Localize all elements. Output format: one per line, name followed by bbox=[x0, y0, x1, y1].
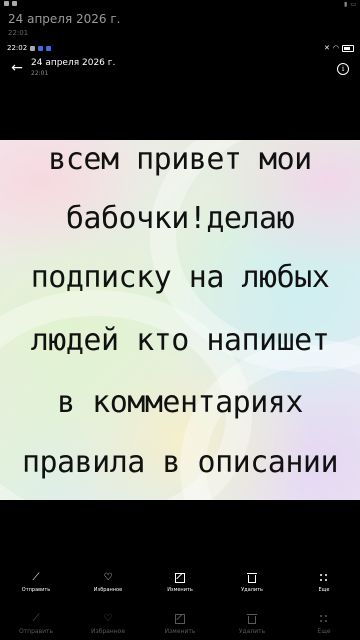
photo-text-line: всем привет мои bbox=[48, 142, 312, 177]
status-bar-right: ✕ ◠ bbox=[324, 44, 354, 52]
status-time: 22:02 bbox=[7, 44, 28, 52]
more-label: Еще bbox=[318, 587, 330, 593]
background-favorite-button: ♡ Избранное bbox=[72, 613, 144, 635]
favorite-label: Избранное bbox=[93, 587, 123, 593]
battery-icon: ▭ bbox=[350, 1, 356, 8]
bottom-toolbar: ⟋ Отправить ♡ Избранное Изменить Удалить… bbox=[0, 572, 360, 593]
background-share-button: ⟋ Отправить bbox=[0, 613, 72, 635]
more-icon bbox=[320, 572, 328, 584]
photo-text-line: людей кто напишет bbox=[30, 323, 330, 358]
notification-icon bbox=[38, 45, 44, 51]
background-more-button: Еще bbox=[288, 613, 360, 635]
app-notification-icon bbox=[4, 1, 9, 6]
photo-image[interactable]: всем привет мои бабочки!делаю подписку н… bbox=[0, 140, 360, 500]
favorite-button[interactable]: ♡ Избранное bbox=[72, 572, 144, 593]
edit-button[interactable]: Изменить bbox=[144, 572, 216, 593]
share-label: Отправить bbox=[21, 587, 51, 593]
background-edit-label: Изменить bbox=[164, 628, 196, 635]
background-edit-button: Изменить bbox=[144, 613, 216, 635]
delete-label: Удалить bbox=[241, 587, 263, 593]
notification-icon bbox=[46, 45, 52, 51]
background-status-icons bbox=[4, 1, 17, 6]
background-title: 24 апреля 2026 г. bbox=[8, 12, 121, 26]
background-delete-label: Удалить bbox=[238, 628, 266, 635]
more-icon bbox=[320, 613, 328, 625]
share-icon: ⟋ bbox=[32, 572, 40, 583]
photo-text-line: в комментариях bbox=[57, 385, 303, 420]
heart-icon: ♡ bbox=[103, 572, 113, 583]
app-notification-icon bbox=[12, 1, 17, 6]
background-time: 22:01 bbox=[8, 29, 29, 37]
info-icon[interactable]: i bbox=[337, 63, 349, 75]
back-arrow-icon[interactable]: ← bbox=[9, 60, 25, 76]
photo-text-line: правила в описании bbox=[21, 445, 339, 480]
share-icon: ⟋ bbox=[32, 613, 40, 624]
photo-date-title: 24 апреля 2026 г. bbox=[31, 58, 116, 68]
background-delete-button: Удалить bbox=[216, 613, 288, 635]
mute-icon: ✕ bbox=[324, 44, 330, 52]
signal-icon: ▮ bbox=[344, 1, 348, 8]
photo-time: 22:01 bbox=[31, 70, 49, 77]
background-status-right: ▮ ▭ bbox=[344, 1, 356, 8]
photo-text-line: бабочки!делаю bbox=[65, 201, 295, 236]
edit-icon bbox=[175, 613, 185, 625]
background-toolbar: ⟋ Отправить ♡ Избранное Изменить Удалить… bbox=[0, 613, 360, 635]
trash-icon bbox=[247, 613, 257, 625]
battery-icon bbox=[342, 44, 354, 52]
notification-icon bbox=[30, 45, 36, 51]
share-button[interactable]: ⟋ Отправить bbox=[0, 572, 72, 593]
heart-icon: ♡ bbox=[103, 613, 113, 624]
photo-text-line: подписку на любых bbox=[30, 260, 330, 295]
background-favorite-label: Избранное bbox=[90, 628, 126, 635]
wifi-icon: ◠ bbox=[332, 44, 339, 52]
background-more-label: Еще bbox=[317, 628, 331, 635]
trash-icon bbox=[247, 572, 257, 584]
more-button[interactable]: Еще bbox=[288, 572, 360, 593]
edit-label: Изменить bbox=[167, 587, 193, 593]
status-bar-left: 22:02 bbox=[7, 44, 52, 52]
background-share-label: Отправить bbox=[18, 628, 54, 635]
delete-button[interactable]: Удалить bbox=[216, 572, 288, 593]
edit-icon bbox=[175, 572, 185, 584]
